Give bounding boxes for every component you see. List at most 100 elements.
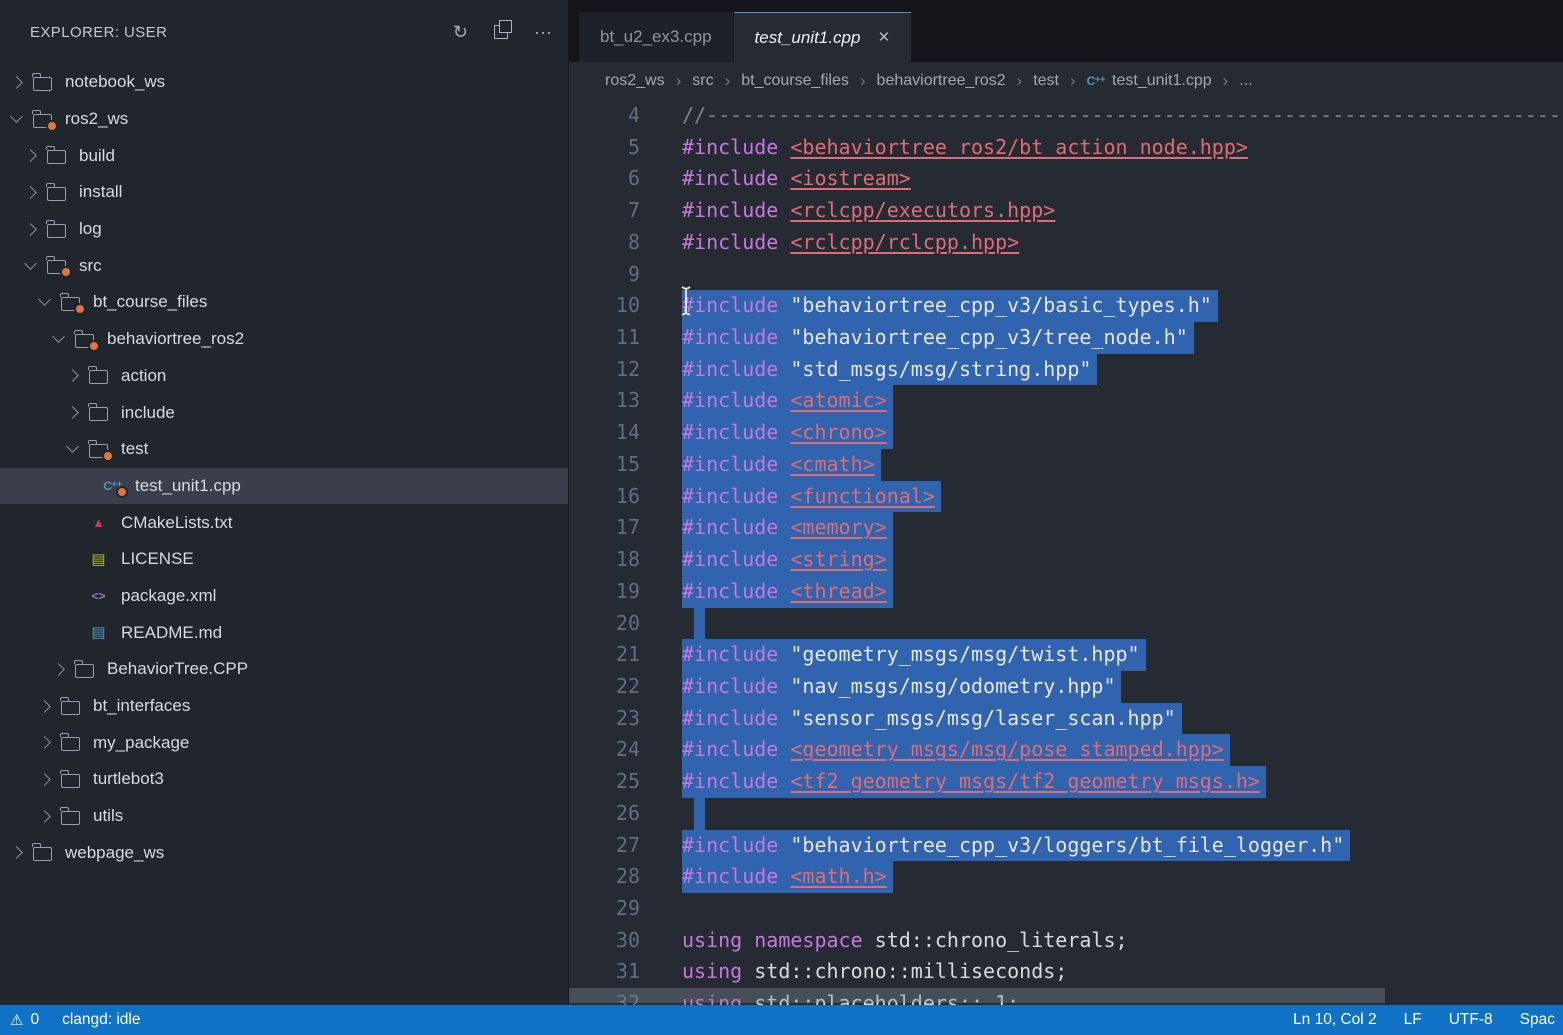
code-line-22[interactable]: 22#include "nav_msgs/msg/odometry.hpp" [569, 671, 1563, 703]
tree-folder-bt_course_files[interactable]: bt_course_files [0, 284, 568, 321]
folder-icon-wrap [88, 441, 109, 458]
breadcrumb-item-ros2_ws[interactable]: ros2_ws [605, 72, 665, 90]
code-editor[interactable]: 4//-------------------------------------… [569, 100, 1563, 1005]
file-icon-wrap: C⁺⁺ [102, 477, 123, 494]
tree-folder-BehaviorTree.CPP[interactable]: BehaviorTree.CPP [0, 651, 568, 688]
indentation-indicator[interactable]: Spac [1520, 1011, 1555, 1029]
encoding-indicator[interactable]: UTF-8 [1449, 1011, 1493, 1029]
tree-folder-my_package[interactable]: my_package [0, 724, 568, 761]
eol-indicator[interactable]: LF [1404, 1011, 1422, 1029]
code-text: #include <math.h> [682, 861, 893, 893]
folder-icon [61, 774, 80, 788]
code-line-27[interactable]: 27#include "behaviortree_cpp_v3/loggers/… [569, 830, 1563, 862]
breadcrumb-item-test_unit1.cpp[interactable]: test_unit1.cpp [1112, 72, 1212, 90]
tree-folder-action[interactable]: action [0, 358, 568, 395]
line-number: 17 [569, 512, 640, 544]
language-server-status[interactable]: clangd: idle [62, 1011, 140, 1029]
line-number: 6 [569, 163, 640, 195]
breadcrumb-item-...[interactable]: ... [1239, 72, 1252, 90]
code-line-8[interactable]: 8#include <rclcpp/rclcpp.hpp> [569, 227, 1563, 259]
tree-folder-behaviortree_ros2[interactable]: behaviortree_ros2 [0, 321, 568, 358]
tree-folder-bt_interfaces[interactable]: bt_interfaces [0, 688, 568, 725]
tree-item-label: package.xml [121, 586, 216, 606]
code-text: #include <memory> [682, 512, 893, 544]
code-line-4[interactable]: 4//-------------------------------------… [569, 100, 1563, 132]
breadcrumb-item-src[interactable]: src [692, 72, 713, 90]
tree-file-test_unit1.cpp[interactable]: C⁺⁺test_unit1.cpp [0, 468, 568, 505]
code-line-25[interactable]: 25#include <tf2_geometry_msgs/tf2_geomet… [569, 766, 1563, 798]
code-line-10[interactable]: 10 #include "behaviortree_cpp_v3/basic_ty… [569, 290, 1563, 322]
tree-file-README.md[interactable]: ▤README.md [0, 614, 568, 651]
tree-folder-test[interactable]: test [0, 431, 568, 468]
breadcrumb-separator: › [1223, 71, 1229, 91]
code-line-15[interactable]: 15#include <cmath> [569, 449, 1563, 481]
code-line-14[interactable]: 14#include <chrono> [569, 417, 1563, 449]
tree-folder-webpage_ws[interactable]: webpage_ws [0, 834, 568, 871]
breadcrumb-item-test[interactable]: test [1033, 72, 1059, 90]
refresh-icon[interactable]: ↻ [453, 23, 468, 41]
code-line-24[interactable]: 24#include <geometry_msgs/msg/pose_stamp… [569, 734, 1563, 766]
file-icon-wrap: ▤ [88, 624, 109, 641]
folder-icon [61, 701, 80, 715]
code-line-5[interactable]: 5#include <behaviortree_ros2/bt_action_n… [569, 132, 1563, 164]
chevron-right-icon [38, 810, 51, 823]
cpp-file-icon: C⁺⁺ [1087, 74, 1105, 88]
close-icon[interactable]: × [878, 27, 889, 49]
code-line-17[interactable]: 17 #include <memory> [569, 512, 1563, 544]
line-number: 11 [569, 322, 640, 354]
tree-folder-notebook_ws[interactable]: notebook_ws [0, 64, 568, 101]
folder-icon [89, 370, 108, 384]
tree-folder-ros2_ws[interactable]: ros2_ws [0, 101, 568, 138]
code-line-7[interactable]: 7#include <rclcpp/executors.hpp> [569, 195, 1563, 227]
tree-folder-build[interactable]: build [0, 137, 568, 174]
modified-dot [74, 303, 86, 315]
code-line-16[interactable]: 16#include <functional> [569, 481, 1563, 513]
tree-folder-log[interactable]: log [0, 211, 568, 248]
chevron-right-icon [24, 149, 37, 162]
folder-icon-wrap [88, 404, 109, 421]
tree-file-LICENSE[interactable]: ▤LICENSE [0, 541, 568, 578]
collapse-editors-icon[interactable] [494, 25, 508, 39]
problems-indicator[interactable]: ⚠ 0 clangd: idle [10, 1011, 141, 1029]
code-line-28[interactable]: 28#include <math.h> [569, 861, 1563, 893]
folder-icon [75, 664, 94, 678]
code-line-23[interactable]: 23#include "sensor_msgs/msg/laser_scan.h… [569, 703, 1563, 735]
code-line-30[interactable]: 30using namespace std::chrono_literals; [569, 925, 1563, 957]
code-line-6[interactable]: 6#include <iostream> [569, 163, 1563, 195]
file-icon-wrap: <> [88, 587, 109, 604]
tree-file-CMakeLists.txt[interactable]: ▲CMakeLists.txt [0, 504, 568, 541]
tree-folder-include[interactable]: include [0, 394, 568, 431]
tree-file-package.xml[interactable]: <> package.xml [0, 578, 568, 615]
tree-folder-install[interactable]: install [0, 174, 568, 211]
explorer-title: EXPLORER: USER [30, 24, 453, 41]
chevron-right-icon [10, 846, 23, 859]
more-actions-icon[interactable]: ··· [534, 23, 552, 41]
tree-folder-turtlebot3[interactable]: turtlebot3 [0, 761, 568, 798]
code-text: #include <thread> [682, 576, 893, 608]
cursor-position[interactable]: Ln 10, Col 2 [1293, 1011, 1377, 1029]
tree-folder-src[interactable]: src [0, 247, 568, 284]
code-text: //--------------------------------------… [682, 100, 1563, 132]
code-line-31[interactable]: 31using std::chrono::milliseconds; [569, 956, 1563, 988]
horizontal-scrollbar[interactable] [569, 988, 1385, 1003]
line-number: 10 [569, 290, 640, 322]
code-line-26[interactable]: 26 [569, 798, 1563, 830]
tab-bt_u2_ex3.cpp[interactable]: bt_u2_ex3.cpp [579, 12, 733, 62]
tree-folder-utils[interactable]: utils [0, 798, 568, 835]
code-line-19[interactable]: 19#include <thread> [569, 576, 1563, 608]
code-line-20[interactable]: 20 [569, 608, 1563, 640]
folder-icon [89, 407, 108, 421]
code-line-12[interactable]: 12#include "std_msgs/msg/string.hpp" [569, 354, 1563, 386]
code-line-18[interactable]: 18#include <string> [569, 544, 1563, 576]
code-text: #include "behaviortree_cpp_v3/basic_type… [682, 290, 1218, 322]
code-line-21[interactable]: 21#include "geometry_msgs/msg/twist.hpp" [569, 639, 1563, 671]
code-line-11[interactable]: 11#include "behaviortree_cpp_v3/tree_nod… [569, 322, 1563, 354]
code-line-13[interactable]: 13#include <atomic> [569, 385, 1563, 417]
tree-item-label: action [121, 366, 166, 386]
xml-file-icon: <> [91, 590, 105, 602]
code-line-9[interactable]: 9 [569, 259, 1563, 291]
breadcrumb-item-bt_course_files[interactable]: bt_course_files [741, 72, 849, 90]
tab-test_unit1.cpp[interactable]: test_unit1.cpp× [734, 12, 911, 62]
code-line-29[interactable]: 29 [569, 893, 1563, 925]
breadcrumb-item-behaviortree_ros2[interactable]: behaviortree_ros2 [877, 72, 1006, 90]
